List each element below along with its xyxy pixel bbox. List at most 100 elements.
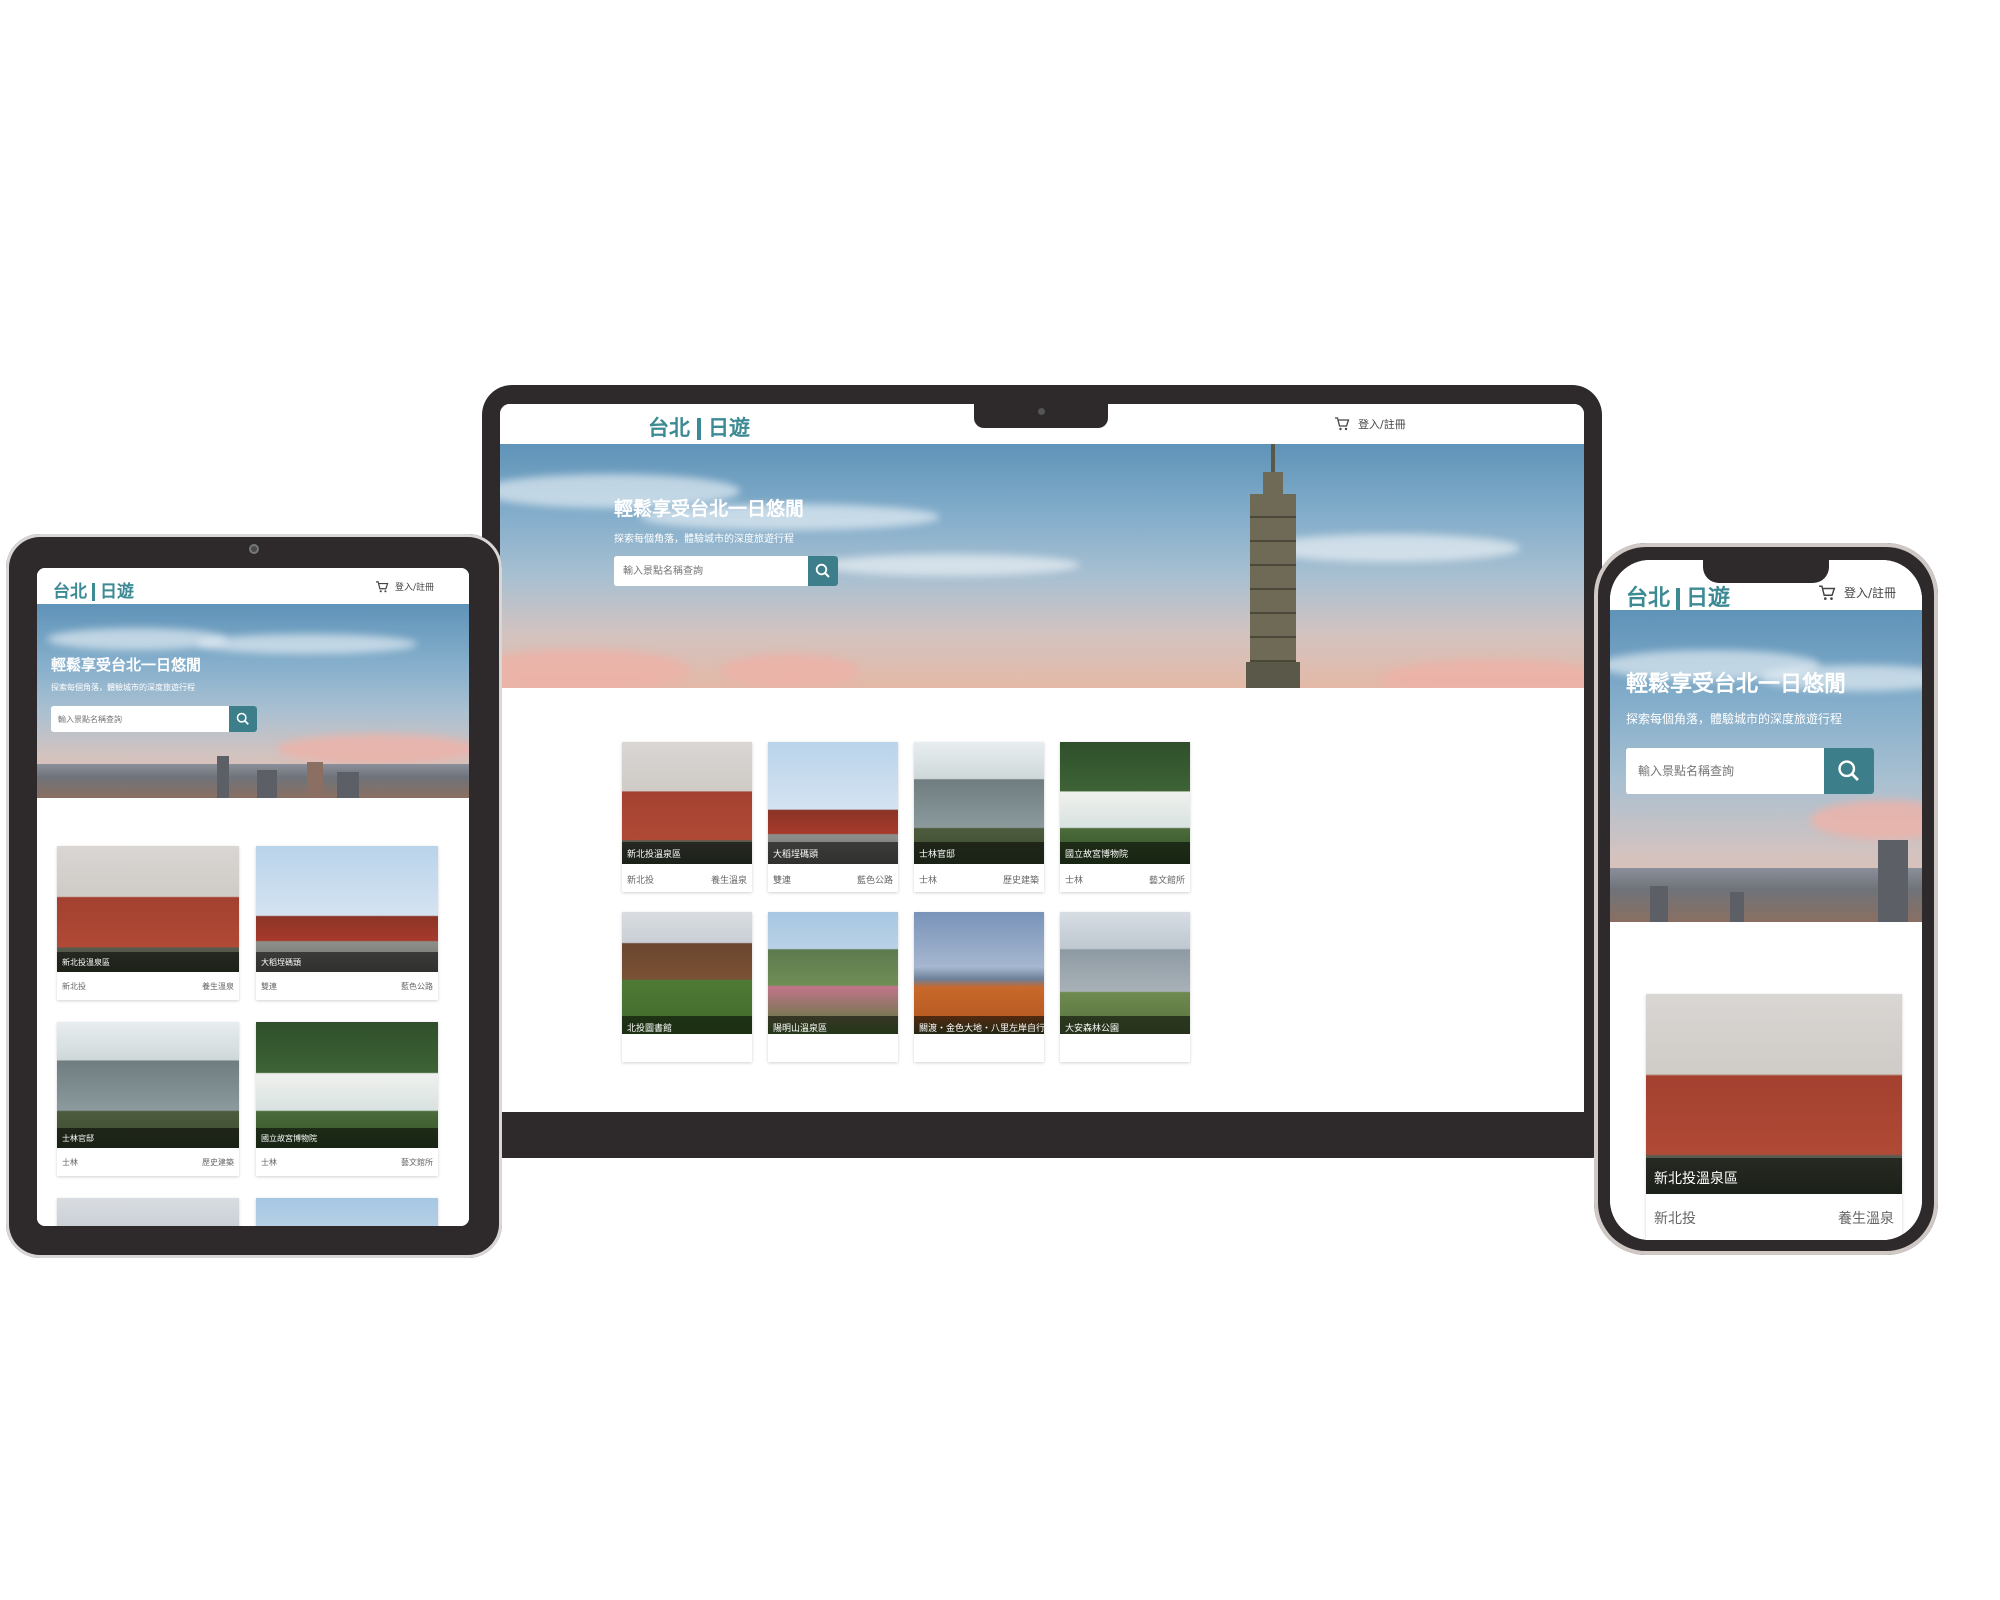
card-tag: 養生溫泉 [710,876,747,886]
card-area: 士林 [62,1158,78,1167]
attraction-card[interactable] [256,1198,438,1226]
logo-divider [697,418,701,440]
card-area: 士林 [1065,876,1084,886]
login-link[interactable]: 登入/註冊 [395,580,434,593]
laptop-base [484,1112,1600,1158]
card-area: 新北投 [627,876,655,886]
logo-text-right: 日遊 [1686,586,1731,611]
card-tag: 藝文館所 [401,1158,433,1167]
search-bar [614,556,838,586]
attraction-card[interactable]: 士林官邸 士林 歷史建築 [57,1022,239,1176]
cart-icon[interactable] [1818,585,1836,601]
search-input[interactable] [614,556,808,586]
card-title: 陽明山溫泉區 [768,1016,898,1034]
attraction-card[interactable]: 新北投溫泉區 新北投 養生溫泉 [57,846,239,1000]
logo-text-left: 台北 [1626,586,1671,611]
card-title: 關渡・金色大地・八里左岸自行車道 [914,1016,1044,1034]
phone-screen: 台北 日遊 登入/註冊 輕鬆享受台北一日悠閒 探索每個角落，體驗城市的深度旅遊行程 [1610,560,1922,1240]
phone-notch [1703,557,1829,583]
card-tag: 藍色公路 [401,982,433,991]
tablet-camera [249,544,259,554]
search-icon [815,563,830,578]
nav-actions: 登入/註冊 [1818,584,1896,601]
attraction-card[interactable]: 大稻埕碼頭 雙連 藍色公路 [768,742,898,892]
attraction-card[interactable]: 關渡・金色大地・八里左岸自行車道 [914,912,1044,1062]
attraction-card[interactable] [57,1198,239,1226]
hero-title: 輕鬆享受台北一日悠閒 [614,498,805,520]
attraction-card[interactable]: 新北投溫泉區 新北投 養生溫泉 [622,742,752,892]
card-tag: 歷史建築 [1002,876,1039,886]
attraction-card[interactable]: 大安森林公園 [1060,912,1190,1062]
site-mobile: 台北 日遊 登入/註冊 輕鬆享受台北一日悠閒 探索每個角落，體驗城市的深度旅遊行程 [1610,560,1922,1240]
tablet-screen: 台北 日遊 登入/註冊 輕鬆享受台北一日悠閒 探索每個角落，體驗城市的深度旅遊行程 [37,568,469,1226]
hero-title: 輕鬆享受台北一日悠閒 [1626,672,1847,697]
city-skyline [1610,840,1922,922]
attraction-card[interactable]: 新北投溫泉區 新北投 養生溫泉 [1646,994,1902,1240]
card-title: 士林官邸 [57,1128,239,1148]
nav-actions: 登入/註冊 [375,580,434,593]
card-title: 國立故宮博物院 [1060,842,1190,864]
logo-text-right: 日遊 [100,582,134,602]
hero-title: 輕鬆享受台北一日悠閒 [51,656,202,674]
laptop-screen: 台北 日遊 登入/註冊 輕鬆享受台北一日悠閒 探索每個角落，體驗城市的深度旅遊行… [500,404,1584,1112]
hero-banner: 輕鬆享受台北一日悠閒 探索每個角落，體驗城市的深度旅遊行程 [1610,610,1922,922]
attraction-card[interactable]: 大稻埕碼頭 雙連 藍色公路 [256,846,438,1000]
hero-subtitle: 探索每個角落，體驗城市的深度旅遊行程 [51,683,195,692]
logo-text-left: 台北 [648,416,690,440]
city-skyline [37,756,469,798]
hero-banner: 輕鬆享受台北一日悠閒 探索每個角落，體驗城市的深度旅遊行程 [37,604,469,798]
logo-divider [92,583,95,601]
search-icon [1838,760,1859,781]
card-title: 大稻埕碼頭 [256,952,438,972]
card-title: 新北投溫泉區 [57,952,239,972]
site-logo[interactable]: 台北 日遊 [53,577,134,602]
search-icon [236,712,249,725]
hero-subtitle: 探索每個角落，體驗城市的深度旅遊行程 [614,534,794,545]
card-title: 大安森林公園 [1060,1016,1190,1034]
card-tag: 養生溫泉 [202,982,234,991]
search-input[interactable] [1626,748,1824,794]
cart-icon[interactable] [375,580,389,593]
attraction-card[interactable]: 士林官邸 士林 歷史建築 [914,742,1044,892]
login-link[interactable]: 登入/註冊 [1844,584,1896,601]
card-title: 士林官邸 [914,842,1044,864]
search-button[interactable] [229,706,257,732]
card-tag: 養生溫泉 [1838,1211,1894,1227]
logo-text-right: 日遊 [708,416,750,440]
hero-banner: 輕鬆享受台北一日悠閒 探索每個角落，體驗城市的深度旅遊行程 [500,444,1584,688]
login-link[interactable]: 登入/註冊 [1358,416,1406,432]
attraction-card[interactable]: 國立故宮博物院 士林 藝文館所 [1060,742,1190,892]
card-area: 雙連 [773,876,792,886]
search-bar [1626,748,1874,794]
search-bar [51,706,257,732]
logo-text-left: 台北 [53,582,87,602]
top-nav: 台北 日遊 登入/註冊 [37,568,469,604]
card-area: 新北投 [62,982,86,991]
attraction-card[interactable]: 國立故宮博物院 士林 藝文館所 [256,1022,438,1176]
taipei-101-tower [1238,444,1308,688]
search-button[interactable] [808,556,838,586]
card-area: 新北投 [1654,1211,1696,1227]
site-logo[interactable]: 台北 日遊 [648,412,750,442]
logo-divider [1676,588,1681,610]
attraction-card[interactable]: 陽明山溫泉區 [768,912,898,1062]
site-tablet: 台北 日遊 登入/註冊 輕鬆享受台北一日悠閒 探索每個角落，體驗城市的深度旅遊行程 [37,568,469,1226]
card-tag: 歷史建築 [202,1158,234,1167]
card-title: 新北投溫泉區 [622,842,752,864]
site-logo[interactable]: 台北 日遊 [1626,580,1730,612]
cart-icon[interactable] [1334,417,1350,431]
site-desktop: 台北 日遊 登入/註冊 輕鬆享受台北一日悠閒 探索每個角落，體驗城市的深度旅遊行… [500,404,1584,1112]
attraction-card[interactable]: 北投圖書館 [622,912,752,1062]
nav-actions: 登入/註冊 [1334,416,1406,432]
card-title: 新北投溫泉區 [1646,1158,1902,1194]
card-tag: 藍色公路 [856,876,893,886]
card-title: 國立故宮博物院 [256,1128,438,1148]
search-input[interactable] [51,706,229,732]
card-title: 大稻埕碼頭 [768,842,898,864]
laptop-camera [1038,408,1045,415]
card-title: 北投圖書館 [622,1016,752,1034]
card-area: 士林 [919,876,938,886]
search-button[interactable] [1824,748,1874,794]
card-area: 雙連 [261,982,277,991]
hero-subtitle: 探索每個角落，體驗城市的深度旅遊行程 [1626,712,1843,726]
